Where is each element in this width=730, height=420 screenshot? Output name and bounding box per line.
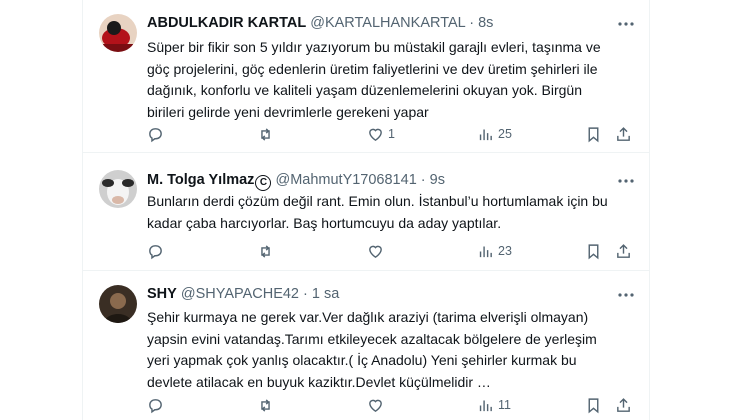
separator-dot: · <box>303 286 308 302</box>
retweet-icon <box>261 398 270 412</box>
tweet-text: Süper bir fikir son 5 yıldır yazıyorum b… <box>147 37 637 123</box>
tweet-text-line: göç projelerini, göç edenlerin üretim fa… <box>147 60 598 77</box>
views-count: 23 <box>498 244 512 258</box>
reply-icon <box>149 127 162 142</box>
author-name[interactable]: SHY <box>147 286 177 302</box>
bookmark-icon <box>588 243 599 259</box>
bookmark-icon <box>588 126 599 142</box>
reply-button[interactable] <box>147 240 164 262</box>
tweet-2[interactable]: M. Tolga Yılmaz C @MahmutY17068141 · 9s B… <box>83 152 649 271</box>
retweet-icon <box>261 244 270 258</box>
views-icon <box>479 246 492 257</box>
timestamp[interactable]: 1 sa <box>312 286 339 302</box>
views-button[interactable]: 11 <box>477 394 511 416</box>
tweet-text-line: kadar çaba harcıyorlar. Baş hortumcuyu d… <box>147 214 502 231</box>
tweet-text-line: yeri yapmak çok yanlış olacaktır.( İç An… <box>147 352 577 368</box>
retweet-icon <box>261 127 270 141</box>
share-button[interactable] <box>615 394 632 416</box>
views-icon <box>479 400 492 411</box>
like-icon <box>369 245 382 258</box>
author-name[interactable]: M. Tolga Yılmaz <box>147 172 254 188</box>
tweet-actions: 1 25 <box>147 123 635 145</box>
timestamp[interactable]: 8s <box>478 15 493 31</box>
tweet-3[interactable]: SHY @SHYAPACHE42 · 1 sa Şehir kurmaya ne… <box>83 270 649 420</box>
share-icon <box>617 243 630 258</box>
tweet-text: Şehir kurmaya ne gerek var.Ver dağlık ar… <box>147 307 637 393</box>
share-button[interactable] <box>615 123 632 145</box>
retweet-button[interactable] <box>257 240 274 262</box>
tweet-text-line: Süper bir fikir son 5 yıldır yazıyorum b… <box>147 39 601 55</box>
separator-dot: · <box>420 172 426 188</box>
avatar[interactable] <box>99 14 137 52</box>
avatar[interactable] <box>99 285 137 323</box>
author-handle[interactable]: @MahmutY17068141 <box>275 172 416 188</box>
more-icon[interactable] <box>617 172 635 190</box>
tweet-text-line: devlete atilacak en buyuk kaziktır.Devle… <box>147 373 491 390</box>
tweet-text-line: Şehir kurmaya ne gerek var.Ver dağlık ar… <box>147 309 589 325</box>
reply-icon <box>149 244 162 259</box>
like-button[interactable]: 1 <box>367 123 395 145</box>
retweet-button[interactable] <box>257 123 274 145</box>
views-button[interactable]: 23 <box>477 240 512 262</box>
timeline: ABDULKADIR KARTAL @KARTALHANKARTAL · 8s … <box>82 0 650 420</box>
tweet-text-line: dağınık, konforlu ve kaliteli yaşam düze… <box>147 82 583 98</box>
bookmark-button[interactable] <box>585 394 602 416</box>
tweet-actions: 23 <box>147 240 635 262</box>
verified-badge: C <box>255 175 272 191</box>
views-icon <box>479 129 492 140</box>
like-icon <box>369 399 382 412</box>
retweet-button[interactable] <box>257 394 274 416</box>
share-button[interactable] <box>615 240 632 262</box>
like-icon <box>369 128 382 141</box>
reply-icon <box>149 398 162 413</box>
like-button[interactable] <box>367 394 384 416</box>
reply-button[interactable] <box>147 394 164 416</box>
tweet-header: ABDULKADIR KARTAL @KARTALHANKARTAL · 8s <box>147 14 493 32</box>
separator-dot: · <box>469 15 475 31</box>
views-count: 11 <box>498 398 511 412</box>
tweet-actions: 11 <box>147 394 635 416</box>
tweet-text: Bunların derdi çözüm değil rant. Emin ol… <box>147 191 637 234</box>
timestamp[interactable]: 9s <box>430 172 445 188</box>
bookmark-button[interactable] <box>585 240 602 262</box>
tweet-header: M. Tolga Yılmaz C @MahmutY17068141 · 9s <box>147 171 445 191</box>
tweet-text-line: birileri gelirde yeni devrimlerle gereke… <box>147 103 429 120</box>
reply-button[interactable] <box>147 123 164 145</box>
author-handle[interactable]: @SHYAPACHE42 <box>181 286 299 302</box>
bookmark-icon <box>588 397 599 413</box>
more-icon[interactable] <box>617 286 635 304</box>
more-icon[interactable] <box>617 15 635 33</box>
tweet-1[interactable]: ABDULKADIR KARTAL @KARTALHANKARTAL · 8s … <box>83 0 649 153</box>
share-icon <box>617 397 630 412</box>
like-count: 1 <box>388 127 395 141</box>
avatar[interactable] <box>99 170 137 208</box>
author-handle[interactable]: @KARTALHANKARTAL <box>310 15 465 31</box>
like-button[interactable] <box>367 240 384 262</box>
tweet-text-line: yapsin evini vatandaş.Tarımı etkileyecek… <box>147 330 597 347</box>
views-button[interactable]: 25 <box>477 123 512 145</box>
views-count: 25 <box>498 127 512 141</box>
bookmark-button[interactable] <box>585 123 602 145</box>
author-name[interactable]: ABDULKADIR KARTAL <box>147 15 306 31</box>
tweet-text-line: Bunların derdi çözüm değil rant. Emin ol… <box>147 193 608 209</box>
tweet-header: SHY @SHYAPACHE42 · 1 sa <box>147 285 339 303</box>
share-icon <box>617 126 630 141</box>
